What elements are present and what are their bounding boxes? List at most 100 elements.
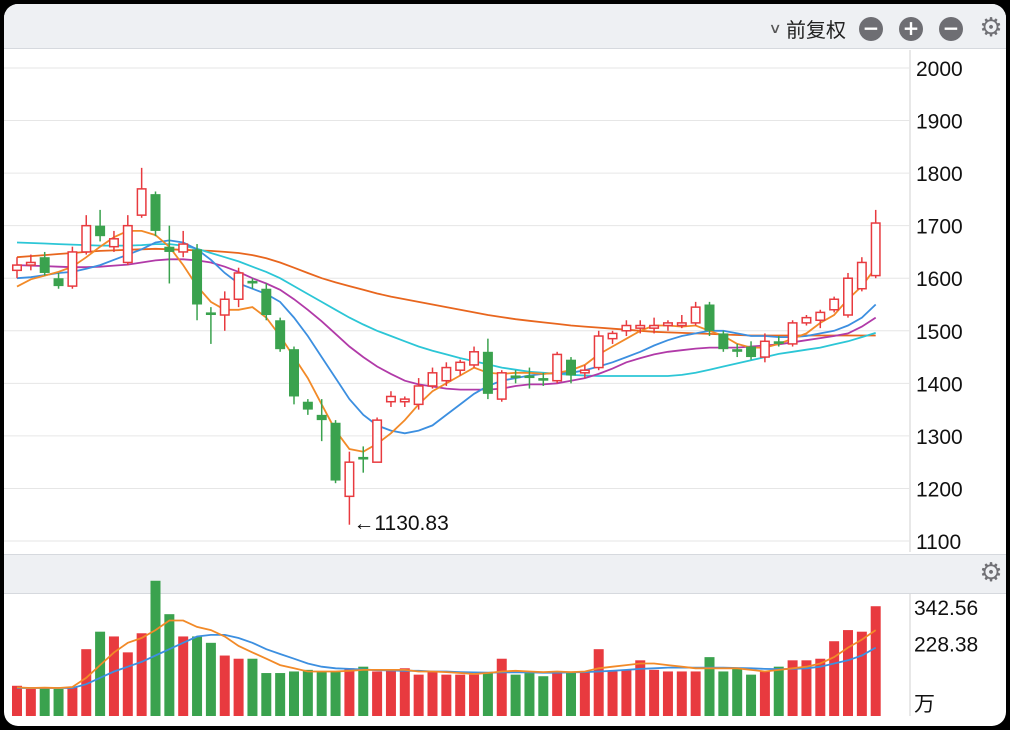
candle-body-up (829, 298, 840, 311)
candle-body-up (801, 316, 812, 324)
candlestick (372, 417, 383, 463)
volume-bar (358, 666, 369, 716)
candlestick (136, 167, 147, 218)
candlestick (843, 272, 853, 318)
volume-bar (12, 685, 22, 716)
candle-body-down (53, 278, 64, 287)
candlestick (53, 272, 64, 289)
volume-bar (413, 674, 424, 716)
volume-bar (773, 666, 784, 716)
candlestick (275, 317, 286, 352)
candle-body-up (108, 238, 119, 248)
volume-bar (192, 636, 203, 716)
candle-body-up (81, 224, 92, 253)
candle-body-up (178, 243, 189, 253)
candlestick (496, 370, 507, 402)
volume-bar (164, 614, 175, 716)
volume-bar (385, 669, 396, 716)
price-tick-label: 1600 (916, 268, 963, 291)
volume-tick-label: 228.38 (914, 633, 978, 656)
volume-bar (607, 671, 618, 716)
volume-bar (856, 631, 867, 716)
ma10-line (16, 239, 877, 435)
candlestick (81, 215, 92, 255)
volume-bar (441, 674, 452, 716)
candlestick (233, 267, 244, 308)
candlestick (67, 246, 78, 289)
candlestick (469, 346, 480, 368)
candlestick (385, 391, 396, 407)
candle-body-up (870, 222, 881, 277)
candlestick (621, 320, 632, 337)
candle-body-up (372, 419, 383, 463)
candle-body-up (413, 385, 424, 406)
candle-body-down (538, 378, 549, 381)
candlestick (12, 257, 22, 279)
volume-bar (482, 673, 493, 716)
candle-body-up (593, 335, 604, 369)
ma5-line (16, 229, 877, 453)
volume-bar (870, 606, 881, 716)
price-tick-label: 1200 (916, 478, 963, 501)
candle-body-down (718, 333, 729, 350)
candle-body-down (330, 422, 341, 481)
candle-body-down (482, 351, 493, 394)
candlestick (718, 330, 729, 352)
candlestick (399, 396, 410, 407)
candle-body-up (579, 369, 590, 374)
volume-bar (704, 657, 715, 716)
volume-bar (219, 655, 230, 716)
candlestick (122, 215, 133, 266)
candlestick (192, 244, 203, 321)
candle-body-down (524, 375, 535, 379)
volume-bar (25, 688, 36, 716)
volume-bar (662, 671, 673, 716)
candle-body-up (399, 398, 410, 403)
candlestick (662, 320, 673, 331)
candle-body-up (344, 461, 355, 498)
candlestick (593, 330, 604, 371)
volume-bar (39, 687, 50, 716)
candlestick (552, 351, 563, 384)
candle-body-up (815, 311, 826, 322)
volume-bar (843, 630, 853, 716)
volume-axis-labels: 342.56 228.38 (914, 597, 978, 656)
price-tick-label: 1700 (916, 216, 963, 239)
candle-body-down (746, 346, 757, 358)
volume-bar (718, 671, 729, 716)
volume-bar (53, 688, 64, 716)
candle-body-down (358, 456, 369, 460)
candle-body-down (510, 375, 521, 379)
volume-bar (122, 652, 133, 716)
volume-bar (289, 671, 299, 716)
candle-body-up (843, 277, 853, 316)
volume-bar (524, 673, 535, 716)
candle-body-up (427, 372, 438, 387)
candlestick (108, 230, 119, 252)
volume-bar (829, 641, 840, 716)
candle-body-up (649, 324, 660, 329)
candle-body-up (787, 322, 798, 345)
candle-body-down (39, 257, 50, 273)
candlestick (856, 257, 867, 292)
low-price-annotation: ←1130.83 (353, 512, 448, 535)
price-axis-labels: 2000 1900 1800 1700 1600 1500 1400 1300 1200 1100 (916, 58, 963, 554)
candlestick (690, 301, 701, 326)
candlestick (261, 283, 272, 321)
volume-bar (538, 676, 549, 716)
candle-body-up (662, 322, 673, 327)
candle-body-down (247, 280, 258, 284)
candle-body-up (441, 366, 452, 382)
candle-body-up (385, 395, 396, 403)
volume-bar (205, 642, 216, 716)
candle-body-down (205, 312, 216, 316)
candle-body-up (552, 353, 563, 382)
candle-body-down (261, 288, 272, 316)
volume-bar (150, 580, 161, 716)
price-tick-label: 1100 (916, 531, 961, 554)
volume-bar (455, 674, 466, 716)
price-tick-label: 1300 (916, 426, 963, 449)
candle-body-up (607, 332, 618, 340)
price-grid (4, 50, 911, 552)
candle-body-down (275, 320, 286, 350)
